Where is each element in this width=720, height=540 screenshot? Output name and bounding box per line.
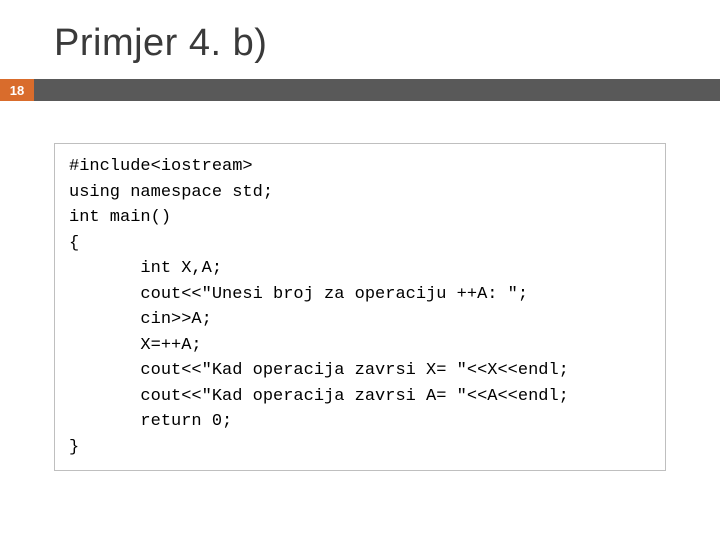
slide-title: Primjer 4. b) (0, 0, 720, 79)
header-bar: 18 (0, 79, 720, 101)
header-bar-fill (34, 79, 720, 101)
page-number-badge: 18 (0, 79, 34, 101)
code-block: #include<iostream> using namespace std; … (54, 143, 666, 471)
slide: Primjer 4. b) 18 #include<iostream> usin… (0, 0, 720, 540)
